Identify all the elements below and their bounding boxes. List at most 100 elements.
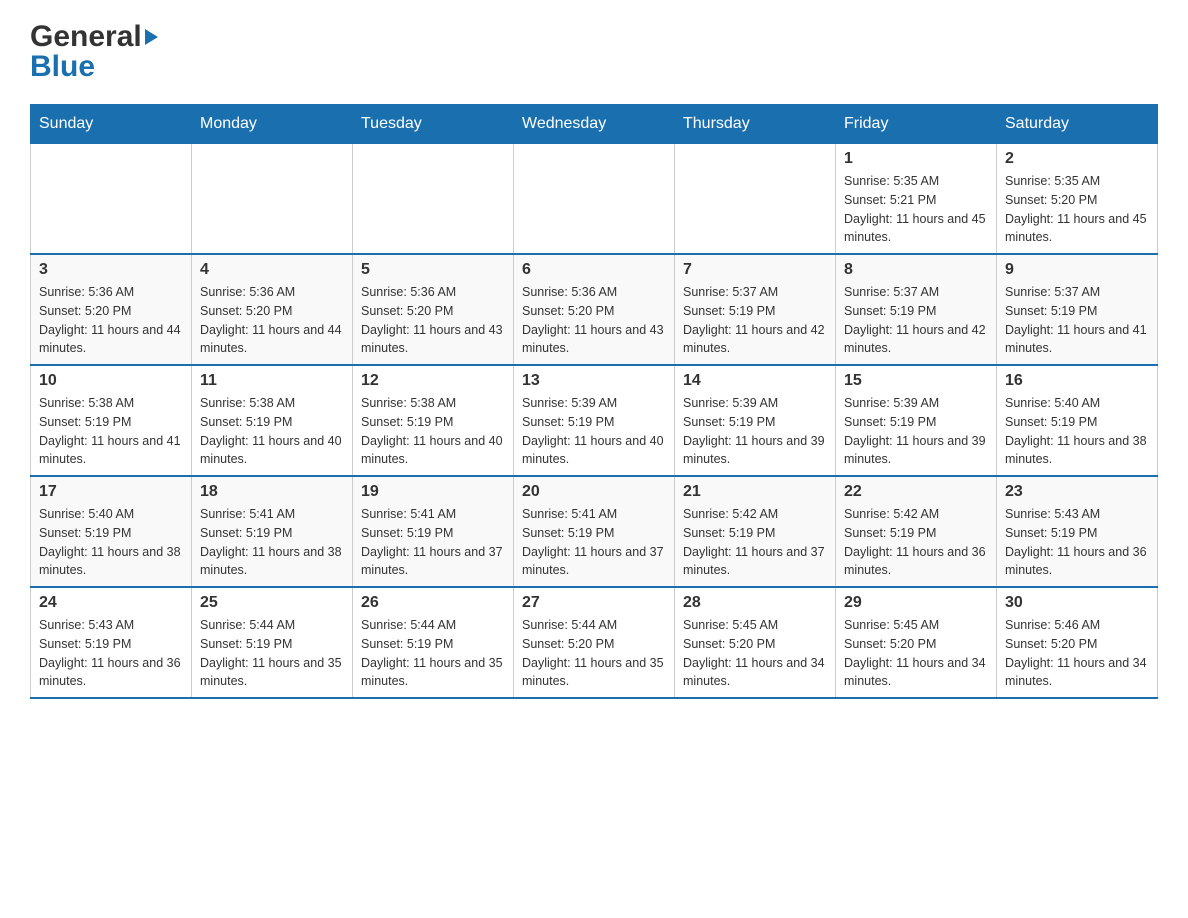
header-wednesday: Wednesday [514,105,675,144]
calendar-cell: 11 Sunrise: 5:38 AMSunset: 5:19 PMDayligh… [192,365,353,476]
day-number: 24 [39,594,183,612]
day-number: 7 [683,261,827,279]
sun-info: Sunrise: 5:40 AMSunset: 5:19 PMDaylight:… [39,505,183,580]
calendar-cell: 20Sunrise: 5:41 AMSunset: 5:19 PMDayligh… [514,476,675,587]
calendar-cell: 19 Sunrise: 5:41 AMSunset: 5:19 PMDayligh… [353,476,514,587]
sun-info: Sunrise: 5:43 AMSunset: 5:19 PMDaylight:… [1005,505,1149,580]
sun-info: Sunrise: 5:36 AMSunset: 5:20 PMDaylight:… [522,283,666,358]
day-number: 15 [844,372,988,390]
day-number: 20 [522,483,666,501]
calendar-cell: 16 Sunrise: 5:40 AMSunset: 5:19 PMDayligh… [997,365,1158,476]
day-number: 27 [522,594,666,612]
day-number: 4 [200,261,344,279]
calendar-cell: 1 Sunrise: 5:35 AMSunset: 5:21 PMDaylight… [836,144,997,255]
calendar-cell: 25Sunrise: 5:44 AMSunset: 5:19 PMDayligh… [192,587,353,698]
sun-info: Sunrise: 5:41 AMSunset: 5:19 PMDaylight:… [200,505,344,580]
sun-info: Sunrise: 5:35 AMSunset: 5:21 PMDaylight:… [844,172,988,247]
sun-info: Sunrise: 5:45 AMSunset: 5:20 PMDaylight:… [844,616,988,691]
calendar-cell: 3 Sunrise: 5:36 AMSunset: 5:20 PMDaylight… [31,254,192,365]
sun-info: Sunrise: 5:41 AMSunset: 5:19 PMDaylight:… [361,505,505,580]
day-number: 2 [1005,150,1149,168]
header-sunday: Sunday [31,105,192,144]
sun-info: Sunrise: 5:38 AMSunset: 5:19 PMDaylight:… [39,394,183,469]
sun-info: Sunrise: 5:39 AMSunset: 5:19 PMDaylight:… [844,394,988,469]
calendar-week-row: 17 Sunrise: 5:40 AMSunset: 5:19 PMDayligh… [31,476,1158,587]
day-number: 17 [39,483,183,501]
calendar-cell: 4 Sunrise: 5:36 AMSunset: 5:20 PMDaylight… [192,254,353,365]
calendar-cell: 14 Sunrise: 5:39 AMSunset: 5:19 PMDayligh… [675,365,836,476]
day-number: 16 [1005,372,1149,390]
calendar-cell [675,144,836,255]
day-number: 12 [361,372,505,390]
calendar-cell: 23 Sunrise: 5:43 AMSunset: 5:19 PMDayligh… [997,476,1158,587]
header-friday: Friday [836,105,997,144]
day-number: 19 [361,483,505,501]
sun-info: Sunrise: 5:39 AMSunset: 5:19 PMDaylight:… [683,394,827,469]
calendar-cell: 8Sunrise: 5:37 AMSunset: 5:19 PMDaylight… [836,254,997,365]
calendar-cell: 6 Sunrise: 5:36 AMSunset: 5:20 PMDaylight… [514,254,675,365]
sun-info: Sunrise: 5:36 AMSunset: 5:20 PMDaylight:… [361,283,505,358]
day-number: 23 [1005,483,1149,501]
calendar-cell: 12 Sunrise: 5:38 AMSunset: 5:19 PMDayligh… [353,365,514,476]
calendar-cell [353,144,514,255]
calendar-cell: 7Sunrise: 5:37 AMSunset: 5:19 PMDaylight… [675,254,836,365]
logo-blue: Blue [30,50,95,84]
calendar-week-row: 24 Sunrise: 5:43 AMSunset: 5:19 PMDayligh… [31,587,1158,698]
calendar-cell [514,144,675,255]
sun-info: Sunrise: 5:35 AMSunset: 5:20 PMDaylight:… [1005,172,1149,247]
logo: General Blue [30,20,159,84]
calendar-cell: 28Sunrise: 5:45 AMSunset: 5:20 PMDayligh… [675,587,836,698]
sun-info: Sunrise: 5:37 AMSunset: 5:19 PMDaylight:… [1005,283,1149,358]
calendar-cell: 29 Sunrise: 5:45 AMSunset: 5:20 PMDayligh… [836,587,997,698]
day-number: 29 [844,594,988,612]
calendar-week-row: 3 Sunrise: 5:36 AMSunset: 5:20 PMDaylight… [31,254,1158,365]
calendar-header-row: SundayMondayTuesdayWednesdayThursdayFrid… [31,105,1158,144]
calendar-cell: 9 Sunrise: 5:37 AMSunset: 5:19 PMDaylight… [997,254,1158,365]
calendar-week-row: 10 Sunrise: 5:38 AMSunset: 5:19 PMDayligh… [31,365,1158,476]
sun-info: Sunrise: 5:40 AMSunset: 5:19 PMDaylight:… [1005,394,1149,469]
day-number: 5 [361,261,505,279]
day-number: 21 [683,483,827,501]
logo-general: General [30,20,142,54]
calendar-cell: 15 Sunrise: 5:39 AMSunset: 5:19 PMDayligh… [836,365,997,476]
sun-info: Sunrise: 5:45 AMSunset: 5:20 PMDaylight:… [683,616,827,691]
day-number: 26 [361,594,505,612]
day-number: 18 [200,483,344,501]
header-monday: Monday [192,105,353,144]
sun-info: Sunrise: 5:36 AMSunset: 5:20 PMDaylight:… [39,283,183,358]
header-tuesday: Tuesday [353,105,514,144]
day-number: 30 [1005,594,1149,612]
calendar-cell: 30Sunrise: 5:46 AMSunset: 5:20 PMDayligh… [997,587,1158,698]
day-number: 13 [522,372,666,390]
calendar-cell: 26Sunrise: 5:44 AMSunset: 5:19 PMDayligh… [353,587,514,698]
calendar-cell: 10 Sunrise: 5:38 AMSunset: 5:19 PMDayligh… [31,365,192,476]
day-number: 9 [1005,261,1149,279]
day-number: 6 [522,261,666,279]
sun-info: Sunrise: 5:36 AMSunset: 5:20 PMDaylight:… [200,283,344,358]
day-number: 8 [844,261,988,279]
day-number: 11 [200,372,344,390]
header-thursday: Thursday [675,105,836,144]
calendar-cell: 24 Sunrise: 5:43 AMSunset: 5:19 PMDayligh… [31,587,192,698]
sun-info: Sunrise: 5:38 AMSunset: 5:19 PMDaylight:… [200,394,344,469]
sun-info: Sunrise: 5:38 AMSunset: 5:19 PMDaylight:… [361,394,505,469]
calendar-cell [31,144,192,255]
calendar-cell: 17 Sunrise: 5:40 AMSunset: 5:19 PMDayligh… [31,476,192,587]
sun-info: Sunrise: 5:44 AMSunset: 5:19 PMDaylight:… [200,616,344,691]
calendar-cell: 13 Sunrise: 5:39 AMSunset: 5:19 PMDayligh… [514,365,675,476]
calendar-cell: 2 Sunrise: 5:35 AMSunset: 5:20 PMDaylight… [997,144,1158,255]
day-number: 14 [683,372,827,390]
calendar-cell: 27 Sunrise: 5:44 AMSunset: 5:20 PMDayligh… [514,587,675,698]
sun-info: Sunrise: 5:44 AMSunset: 5:20 PMDaylight:… [522,616,666,691]
day-number: 10 [39,372,183,390]
calendar-cell: 22Sunrise: 5:42 AMSunset: 5:19 PMDayligh… [836,476,997,587]
day-number: 22 [844,483,988,501]
sun-info: Sunrise: 5:39 AMSunset: 5:19 PMDaylight:… [522,394,666,469]
calendar-cell [192,144,353,255]
calendar-cell: 21Sunrise: 5:42 AMSunset: 5:19 PMDayligh… [675,476,836,587]
calendar-week-row: 1 Sunrise: 5:35 AMSunset: 5:21 PMDaylight… [31,144,1158,255]
day-number: 1 [844,150,988,168]
calendar-cell: 5 Sunrise: 5:36 AMSunset: 5:20 PMDaylight… [353,254,514,365]
sun-info: Sunrise: 5:43 AMSunset: 5:19 PMDaylight:… [39,616,183,691]
day-number: 3 [39,261,183,279]
